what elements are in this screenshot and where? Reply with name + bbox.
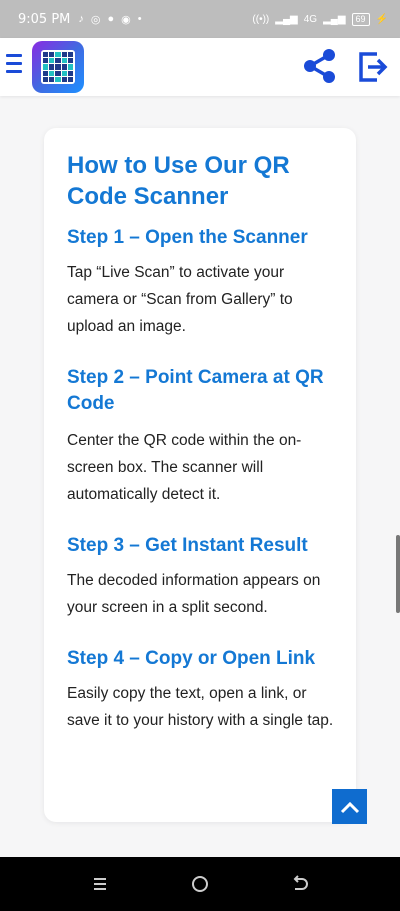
instructions-card: How to Use Our QR Code Scanner Step 1 – … xyxy=(44,128,356,822)
step-title: Step 4 – Copy or Open Link xyxy=(67,648,316,669)
signal-icon: ▂▄▆ xyxy=(275,13,298,25)
scrollbar[interactable] xyxy=(396,535,400,613)
step-3: Step 3 – Get Instant Result The decoded … xyxy=(67,533,334,621)
charging-icon: ⚡ xyxy=(375,13,388,25)
notification-icons: ♪ ◎ ● ◉ • xyxy=(78,13,141,26)
step-2: Step 2 – Point Camera at QR Code Center … xyxy=(67,365,334,508)
status-bar: 9:05 PM ♪ ◎ ● ◉ • ((•)) ▂▄▆ 4G ▂▄▆ 69 ⚡ xyxy=(0,0,400,38)
qr-pattern xyxy=(41,50,75,84)
menu-line xyxy=(6,62,22,65)
hotspot-icon: ((•)) xyxy=(252,13,270,25)
menu-line xyxy=(6,70,22,73)
chevron-up-icon xyxy=(340,801,359,813)
page-title: How to Use Our QR Code Scanner xyxy=(67,152,290,210)
network-type: 4G xyxy=(303,13,318,25)
battery-level: 69 xyxy=(355,13,366,24)
system-nav-bar xyxy=(0,857,400,911)
exit-icon[interactable] xyxy=(356,50,390,84)
step-4: Step 4 – Copy or Open Link Easily copy t… xyxy=(67,646,334,734)
step-title: Step 2 – Point Camera at QR Code xyxy=(67,367,324,414)
qr-code-logo[interactable] xyxy=(32,41,84,93)
back-icon[interactable] xyxy=(290,874,310,894)
step-1: Step 1 – Open the Scanner Tap “Live Scan… xyxy=(67,225,334,340)
status-time: 9:05 PM xyxy=(18,11,71,27)
tiktok-icon: ♪ xyxy=(78,13,84,25)
dot-icon: • xyxy=(137,13,142,25)
whatsapp-icon: ◎ xyxy=(90,13,101,26)
chat-icon: ● xyxy=(107,13,115,25)
scroll-to-top-button[interactable] xyxy=(332,789,367,824)
step-text: Center the QR code within the on-screen … xyxy=(67,432,302,503)
recent-apps-icon[interactable] xyxy=(90,874,110,894)
step-text: Tap “Live Scan” to activate your camera … xyxy=(67,264,293,335)
system-icons: ((•)) ▂▄▆ 4G ▂▄▆ 69 ⚡ xyxy=(252,12,388,26)
step-title: Step 3 – Get Instant Result xyxy=(67,535,308,556)
menu-line xyxy=(6,54,22,57)
home-icon[interactable] xyxy=(190,874,210,894)
share-icon[interactable] xyxy=(300,46,340,86)
menu-button[interactable] xyxy=(6,54,26,78)
app-header xyxy=(0,38,400,96)
chrome-icon: ◉ xyxy=(121,13,131,26)
step-text: The decoded information appears on your … xyxy=(67,572,321,616)
signal-icon-2: ▂▄▆ xyxy=(323,13,346,25)
step-text: Easily copy the text, open a link, or sa… xyxy=(67,685,334,729)
battery-icon: 69 xyxy=(351,12,370,26)
step-title: Step 1 – Open the Scanner xyxy=(67,227,308,248)
